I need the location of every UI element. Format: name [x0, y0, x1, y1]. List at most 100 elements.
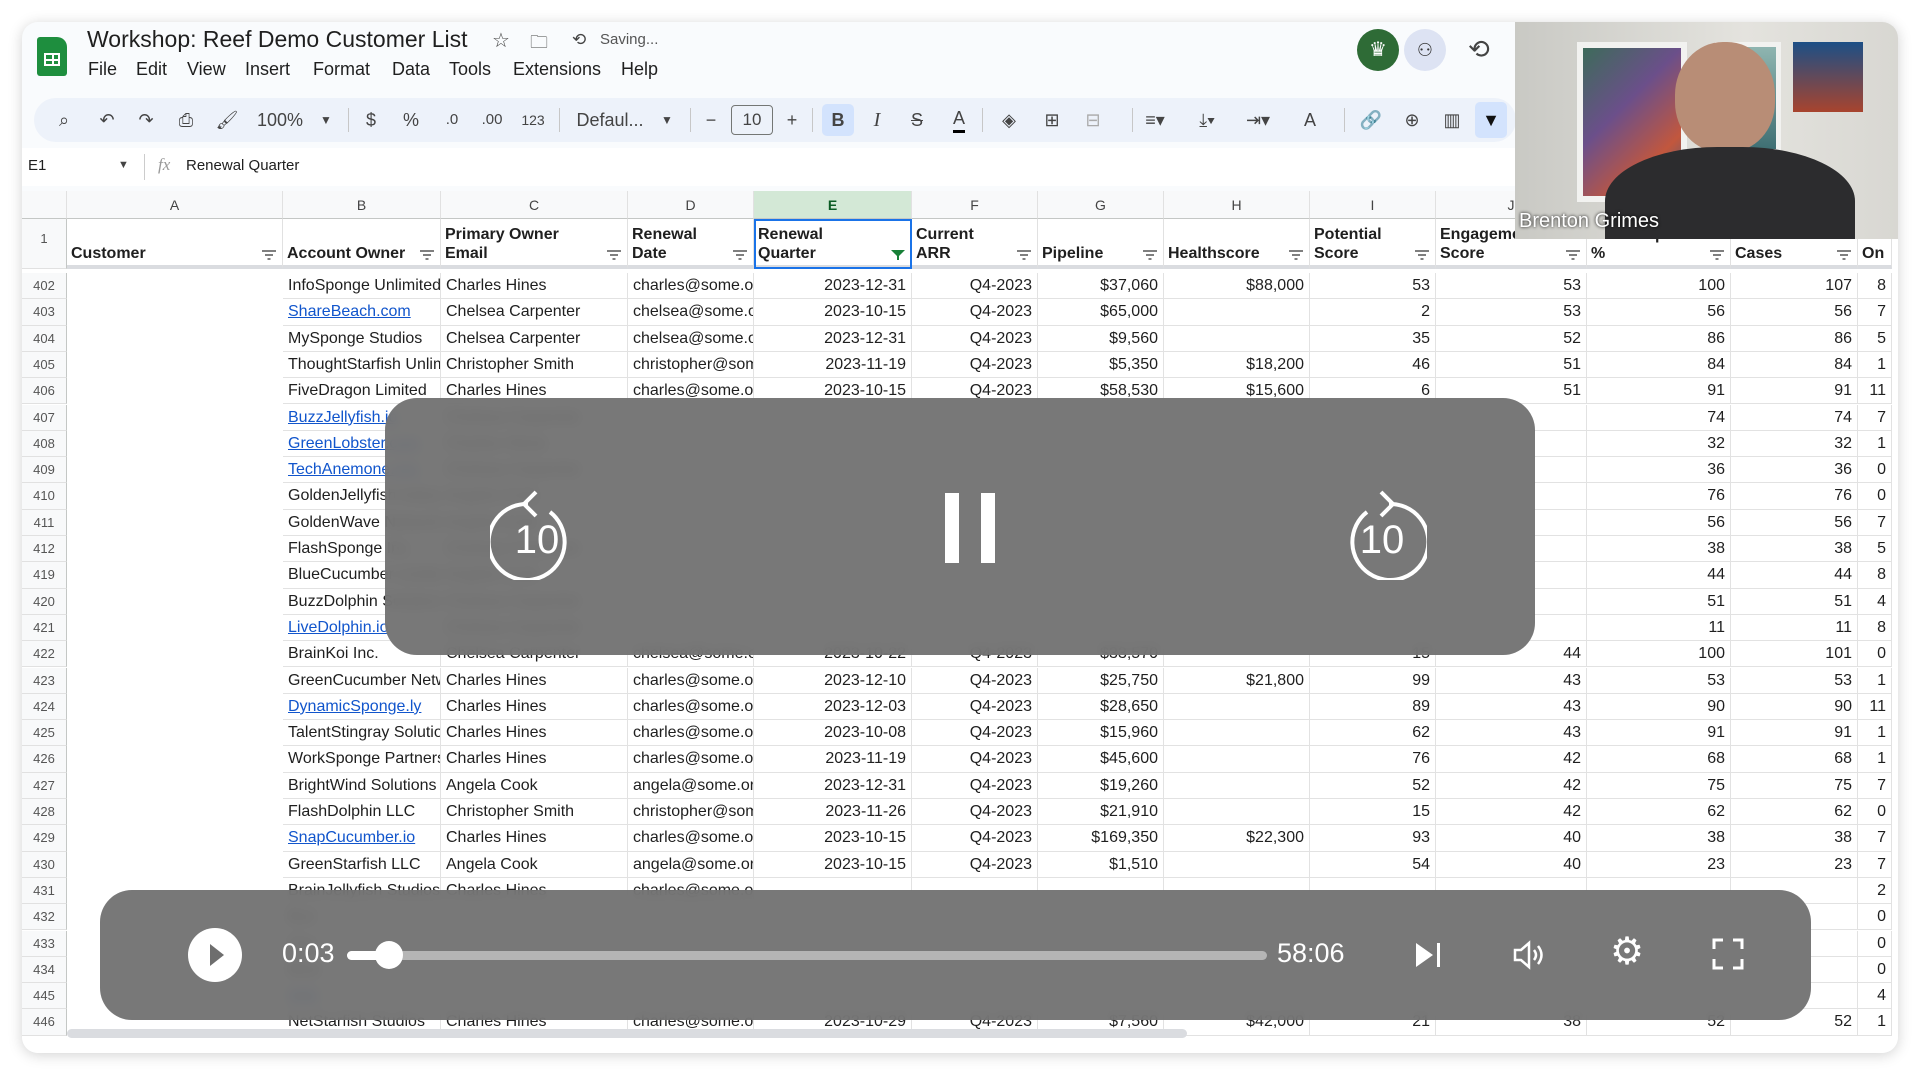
cell-f[interactable]: $25,750 — [1038, 667, 1164, 694]
cell-e[interactable]: Q4-2023 — [912, 693, 1038, 721]
cell-e[interactable]: Q4-2023 — [912, 851, 1038, 878]
cell-j[interactable]: 91 — [1587, 378, 1731, 405]
cell-k[interactable]: 36 — [1731, 457, 1858, 484]
header-cell[interactable]: Current ARR — [912, 219, 1038, 269]
cell-d[interactable]: 2023-10-15 — [754, 851, 912, 878]
cell-e[interactable]: Q4-2023 — [912, 667, 1038, 694]
gemini-avatar[interactable]: ♛ — [1357, 29, 1399, 71]
cell-f[interactable]: $9,560 — [1038, 325, 1164, 352]
cell-k[interactable]: 91 — [1731, 378, 1858, 405]
cell-a[interactable]: ShareBeach.com — [283, 299, 441, 326]
cell-m[interactable] — [1858, 378, 1892, 405]
cell-j[interactable]: 56 — [1587, 299, 1731, 326]
redo-icon[interactable]: ↷ — [138, 107, 153, 133]
horizontal-align-icon[interactable]: ≡▾ — [1145, 107, 1165, 133]
formula-input[interactable]: Renewal Quarter — [186, 157, 299, 174]
cell-h[interactable]: 99 — [1310, 667, 1436, 694]
cell-m[interactable] — [1858, 641, 1892, 668]
cell-k[interactable]: 84 — [1731, 351, 1858, 379]
cell-c[interactable]: charles@some.org — [628, 273, 754, 300]
row-number[interactable]: 405 — [22, 351, 67, 379]
cell-b[interactable]: Angela Cook — [441, 772, 628, 799]
fill-color-icon[interactable]: ◈ — [1002, 107, 1016, 133]
name-box[interactable]: E1 — [28, 157, 46, 174]
cell-j[interactable]: 100 — [1587, 641, 1731, 668]
cell-f[interactable]: $169,350 — [1038, 825, 1164, 852]
row-number[interactable]: 430 — [22, 851, 67, 878]
cell-i[interactable]: 43 — [1436, 667, 1587, 694]
row-number[interactable]: 424 — [22, 693, 67, 721]
cell-a[interactable]: BrightWind Solutions — [283, 772, 441, 799]
cell-i[interactable]: 43 — [1436, 693, 1587, 721]
row-number[interactable]: 406 — [22, 378, 67, 405]
strikethrough-button[interactable]: S — [911, 107, 923, 133]
row-number[interactable]: 408 — [22, 430, 67, 458]
cell-j[interactable]: 44 — [1587, 562, 1731, 589]
text-rotation-button[interactable]: A — [1304, 107, 1316, 133]
cell-m[interactable] — [1858, 430, 1892, 458]
version-history-icon[interactable]: ⟲ — [1468, 34, 1490, 65]
cell-k[interactable]: 68 — [1731, 746, 1858, 773]
cell-c[interactable]: angela@some.org — [628, 851, 754, 878]
horizontal-scrollbar[interactable] — [67, 1029, 1187, 1038]
increase-font-size-button[interactable]: + — [787, 107, 798, 133]
number-format-button[interactable]: 123 — [521, 107, 544, 133]
zoom-select[interactable]: 100% — [257, 107, 303, 133]
cell-m[interactable] — [1858, 299, 1892, 326]
cell-i[interactable]: 53 — [1436, 299, 1587, 326]
column-header-a[interactable]: A — [67, 191, 283, 219]
row-number[interactable]: 402 — [22, 273, 67, 300]
cell-h[interactable]: 93 — [1310, 825, 1436, 852]
increase-decimal-button[interactable]: .00 — [482, 107, 503, 133]
header-cell[interactable]: Customer — [67, 219, 283, 269]
row-number[interactable]: 427 — [22, 772, 67, 799]
row-number[interactable]: 410 — [22, 483, 67, 510]
text-color-button[interactable]: A — [952, 107, 966, 133]
cell-g[interactable]: $88,000 — [1164, 273, 1310, 300]
header-cell[interactable]: Account Owner — [283, 219, 441, 269]
cell-i[interactable]: 43 — [1436, 720, 1587, 747]
cell-b[interactable]: Charles Hines — [441, 746, 628, 773]
cell-k[interactable]: 90 — [1731, 693, 1858, 721]
cell-g[interactable] — [1164, 299, 1310, 326]
cell-h[interactable]: 46 — [1310, 351, 1436, 379]
fullscreen-icon[interactable] — [1712, 938, 1744, 970]
menu-help[interactable]: Help — [621, 59, 658, 80]
insert-chart-icon[interactable]: ▥ — [1443, 107, 1460, 133]
cell-i[interactable]: 40 — [1436, 851, 1587, 878]
row-number[interactable]: 404 — [22, 325, 67, 352]
cell-e[interactable]: Q4-2023 — [912, 825, 1038, 852]
row-number[interactable]: 445 — [22, 983, 67, 1010]
cell-k[interactable]: 11 — [1731, 614, 1858, 642]
filter-active-icon[interactable] — [891, 250, 905, 260]
cell-e[interactable]: Q4-2023 — [912, 273, 1038, 300]
decrease-decimal-button[interactable]: .0 — [446, 107, 459, 133]
cell-d[interactable]: 2023-10-15 — [754, 299, 912, 326]
cell-m[interactable] — [1858, 404, 1892, 431]
cell-c[interactable]: charles@some.org — [628, 825, 754, 852]
cell-m[interactable] — [1858, 904, 1892, 931]
cell-b[interactable]: Charles Hines — [441, 693, 628, 721]
cell-k[interactable]: 101 — [1731, 641, 1858, 668]
cell-h[interactable]: 62 — [1310, 720, 1436, 747]
column-header-e[interactable]: E — [754, 191, 912, 219]
cell-f[interactable]: $15,960 — [1038, 720, 1164, 747]
cell-e[interactable]: Q4-2023 — [912, 746, 1038, 773]
filter-icon[interactable] — [420, 250, 434, 260]
cell-b[interactable]: Charles Hines — [441, 667, 628, 694]
cell-m[interactable] — [1858, 325, 1892, 352]
cell-b[interactable]: Charles Hines — [441, 720, 628, 747]
font-select[interactable]: Defaul... — [576, 107, 643, 133]
cell-m[interactable] — [1858, 746, 1892, 773]
cell-g[interactable] — [1164, 746, 1310, 773]
cell-c[interactable]: chelsea@some.org — [628, 299, 754, 326]
cell-f[interactable]: $19,260 — [1038, 772, 1164, 799]
cell-c[interactable]: charles@some.org — [628, 746, 754, 773]
decrease-font-size-button[interactable]: − — [706, 107, 717, 133]
cell-f[interactable]: $45,600 — [1038, 746, 1164, 773]
cell-m[interactable] — [1858, 562, 1892, 589]
cell-d[interactable]: 2023-11-19 — [754, 746, 912, 773]
cell-j[interactable]: 36 — [1587, 457, 1731, 484]
cell-j[interactable]: 23 — [1587, 851, 1731, 878]
cell-k[interactable]: 53 — [1731, 667, 1858, 694]
